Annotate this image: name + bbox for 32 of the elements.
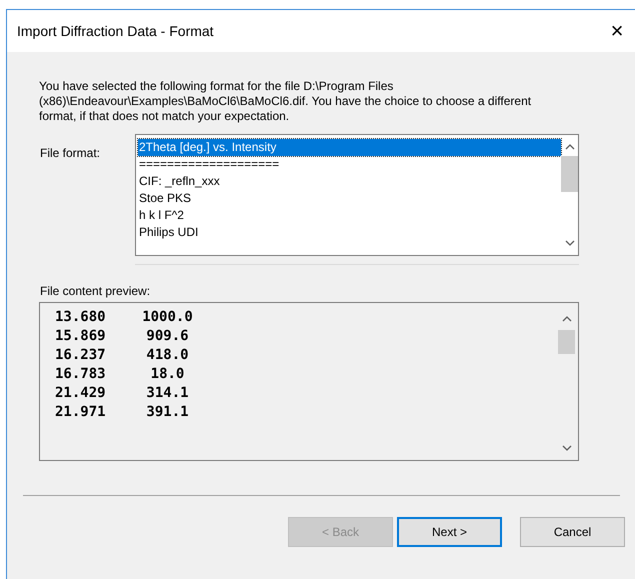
scroll-up-icon[interactable] xyxy=(562,316,572,322)
close-button[interactable]: × xyxy=(605,19,629,43)
scroll-thumb[interactable] xyxy=(561,156,578,192)
list-item[interactable]: ==================== xyxy=(138,156,561,173)
table-cell-text: 15.869 xyxy=(55,327,107,346)
format-list[interactable]: 2Theta [deg.] vs. Intensity ==================== CIF: _refln_xxx Stoe PKS h k l F^2 Philips UDI xyxy=(135,134,579,256)
table-cell-text: 314.1 xyxy=(145,384,190,403)
dialog-button[interactable]: Cancel xyxy=(520,517,625,547)
scroll-down-icon[interactable] xyxy=(562,445,572,451)
table-cell-text: 16.237 xyxy=(55,346,107,365)
field-label: File format: xyxy=(39,145,102,162)
preview-label: File content preview: xyxy=(40,283,152,300)
table-cell-text: 18.0 xyxy=(150,365,186,384)
window-title: Import Diffraction Data - Format xyxy=(17,22,214,41)
dialog-button[interactable]: Next > xyxy=(397,517,502,547)
table-cell-text: 13.680 xyxy=(55,308,107,327)
table-cell-text: 418.0 xyxy=(145,346,190,365)
scroll-thumb[interactable] xyxy=(558,330,575,354)
description-text: You have selected the following format for the file D:\Program Files (x86)\Endeavour\Examples\BaMoCl6\BaMoCl6.dif. You have the choice to choose a different format, if that does not match your expectation. xyxy=(39,79,532,124)
table-cell-text: 391.1 xyxy=(145,403,190,422)
scroll-up-icon[interactable] xyxy=(564,144,574,150)
table-cell-text: 21.429 xyxy=(55,384,107,403)
table-cell-text: 909.6 xyxy=(145,327,190,346)
list-item[interactable]: Stoe PKS xyxy=(138,190,561,207)
list-item[interactable]: Philips UDI xyxy=(138,224,561,241)
list-item[interactable]: 2Theta [deg.] vs. Intensity xyxy=(138,139,561,156)
list-item[interactable]: h k l F^2 xyxy=(138,207,561,224)
table-cell-text: 16.783 xyxy=(55,365,107,384)
list-item[interactable]: CIF: _refln_xxx xyxy=(138,173,561,190)
scroll-down-icon[interactable] xyxy=(564,240,574,246)
table-cell-text: 1000.0 xyxy=(141,308,194,327)
table-cell-text: 21.971 xyxy=(55,403,107,422)
